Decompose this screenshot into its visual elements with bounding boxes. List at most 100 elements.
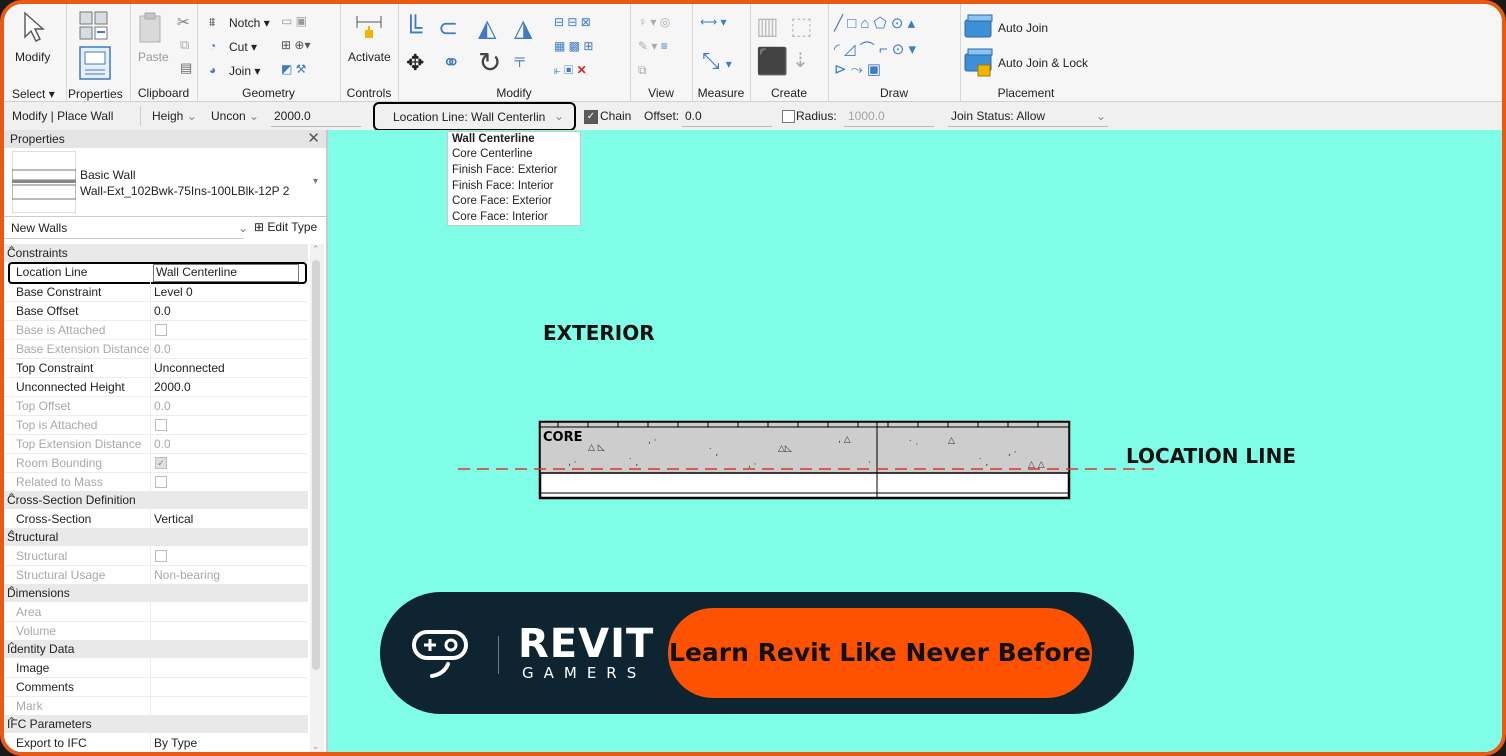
select-dropdown[interactable]: Select ▾ [12,87,55,101]
property-row[interactable]: Top Constraint Unconnected [4,358,308,378]
property-row[interactable]: Base Offset 0.0 [4,301,308,321]
line-tools-icon[interactable]: ╱ □ ⌂ ⬠ ⊙ ▴ [834,14,915,32]
paste-icon[interactable] [138,12,164,44]
aligned-dimension-icon[interactable]: ⤡ ▾ [702,48,732,74]
mirror-axis-icon[interactable]: ◭ [478,14,496,43]
activate-controls-icon[interactable] [354,12,384,44]
group-dimensions[interactable]: Dimensions ⌃ [4,584,308,602]
notch-button[interactable]: Notch ▾ [229,16,270,30]
property-row: Base is Attached [4,320,308,340]
auto-join-lock-button[interactable]: Auto Join & Lock [998,56,1088,70]
property-row[interactable]: Export to IFC By Type [4,733,308,752]
property-row[interactable]: Base Constraint Level 0 [4,282,308,302]
wall-joins-icon[interactable]: ⊞ ⊕▾ [281,38,310,52]
auto-join-lock-icon[interactable] [964,48,994,78]
location-line-select[interactable]: Location Line: Wall Centerlin ⌄ [373,102,576,131]
height-target-select[interactable]: Uncon ⌄ [211,109,259,123]
property-row[interactable]: Cross-Section Vertical [4,509,308,529]
group-structural[interactable]: Structural ⌃ [4,528,308,546]
collapse-icon: ⌃ [7,641,17,653]
dropdown-option-wall-centerline[interactable]: Wall Centerline [452,133,535,145]
dropdown-option-finish-face-interior[interactable]: Finish Face: Interior [452,180,554,192]
dropdown-option-core-centerline[interactable]: Core Centerline [452,148,533,160]
dropdown-option-finish-face-exterior[interactable]: Finish Face: Exterior [452,164,557,176]
create-similar-icon[interactable]: ⇣ [792,48,809,73]
edit-type-button[interactable]: ⊞ Edit Type [254,220,317,234]
pick-tools-icon[interactable]: ⊳ ⤳ ▣ [834,60,881,78]
view-panel: ♀ ▾ ◎ ✎ ▾ ≡ ⧉ View [630,4,693,101]
chain-checkbox[interactable]: ✓ [584,110,598,124]
split-face-icon[interactable]: ▭ ▣ [281,14,307,28]
scale-icon[interactable]: ⫦ ▣ ✕ [554,63,587,78]
properties-title: Properties [10,132,65,146]
linework-icon[interactable]: ✎ ▾ ≡ [638,39,668,53]
cut-button[interactable]: Cut ▾ [229,40,257,54]
controls-panel-label: Controls [346,86,392,100]
core-label: CORE [543,430,582,445]
radius-checkbox[interactable] [782,110,795,123]
modify-button[interactable]: Modify [15,50,50,64]
cta-button[interactable]: Learn Revit Like Never Before [668,608,1092,698]
arc-tools-icon[interactable]: ◜ ◿ ⌒ ⌐ ⊙ ▾ [834,38,916,59]
scroll-up-icon[interactable]: ⌃ [312,244,320,255]
create-parts-icon[interactable]: ⬚ [790,12,813,41]
property-row[interactable]: Image [4,658,308,678]
hide-element-icon[interactable]: ⧉ [638,63,647,78]
type-selector[interactable]: Basic Wall Wall-Ext_102Bwk-75Ins-100LBlk… [4,148,326,217]
group-identity-data[interactable]: Identity Data ⌃ [4,640,308,658]
modify-cursor-icon[interactable] [21,10,47,44]
context-label: Modify | Place Wall [12,109,114,123]
rotate-icon[interactable]: ↻ [478,46,501,79]
trim-icon[interactable]: ⫧ [514,50,525,73]
property-row[interactable]: Unconnected Height 2000.0 [4,377,308,397]
move-icon[interactable]: ✥ [406,50,424,76]
align-icon[interactable]: ╚ [404,14,422,45]
measure-panel-label: Measure [697,86,745,100]
join-status-chevron-icon: ⌄ [1096,109,1107,123]
create-group-icon[interactable]: ⬛ [756,46,788,77]
properties-icon[interactable] [79,46,111,80]
scrollbar-thumb[interactable] [312,260,320,670]
height-mode-select[interactable]: Heigh ⌄ [152,109,197,123]
wall-section: △ ◺‚ ·˙ , △◺‚ △ ˙ · △, ·△ △ ‚ · ˙ ,, · · ˙ … [458,420,1158,500]
match-type-icon[interactable]: ▤ [180,60,192,76]
group-constraints[interactable]: Constraints ⌃ [4,244,308,262]
height-value: 2000.0 [274,109,311,123]
mirror-draw-icon[interactable]: ◮ [514,14,532,43]
close-icon[interactable]: ✕ [307,129,320,147]
properties-panel: Properties [66,4,131,101]
svg-text:·: · [868,458,871,468]
property-row: Room Bounding ✓ [4,453,308,473]
notch-icon: ⩩ [209,15,216,29]
instance-filter-chevron-icon[interactable]: ⌄ [238,221,248,235]
offset-icon[interactable]: ⊂ [438,14,458,43]
wall-core [539,421,1070,474]
location-line-value-field[interactable]: Wall Centerline [156,265,237,279]
array-icon[interactable]: ▦ ▩ ⊞ [554,39,593,53]
activate-button[interactable]: Activate [348,50,391,64]
property-row-location-line[interactable]: Location Line Wall Centerline [8,262,307,284]
dropdown-option-core-face-exterior[interactable]: Core Face: Exterior [452,195,552,207]
scroll-down-icon[interactable]: ⌄ [312,741,320,752]
auto-join-button[interactable]: Auto Join [998,21,1048,35]
properties-scrollbar[interactable]: ⌃ ⌄ [310,244,324,752]
group-ifc-parameters[interactable]: IFC Parameters ⌃ [4,715,308,733]
copy-element-icon[interactable]: ⚭ [442,50,460,76]
dropdown-option-core-face-interior[interactable]: Core Face: Interior [452,211,548,223]
svg-text:‚ ·: ‚ · [648,436,657,446]
paint-icon[interactable]: ◩ ⚒ [281,62,306,76]
copy-icon[interactable]: ⧉ [180,37,189,53]
paste-button[interactable]: Paste [138,50,169,64]
split-icon[interactable]: ⊟ ⊟ ⊠ [554,15,591,29]
override-graphics-icon[interactable]: ♀ ▾ ◎ [638,15,670,29]
measure-icon[interactable]: ⟷ ▾ [700,15,727,29]
join-button[interactable]: Join ▾ [229,64,260,78]
type-properties-icon[interactable] [78,10,110,42]
checkbox [155,419,167,431]
cut-clipboard-icon[interactable]: ✂ [177,13,190,31]
create-assembly-icon[interactable]: ▥ [756,12,779,41]
auto-join-icon[interactable] [964,14,994,38]
group-cross-section[interactable]: Cross-Section Definition ⌃ [4,491,308,509]
select-panel: Modify Select ▾ [4,4,67,101]
property-row[interactable]: Comments [4,677,308,697]
